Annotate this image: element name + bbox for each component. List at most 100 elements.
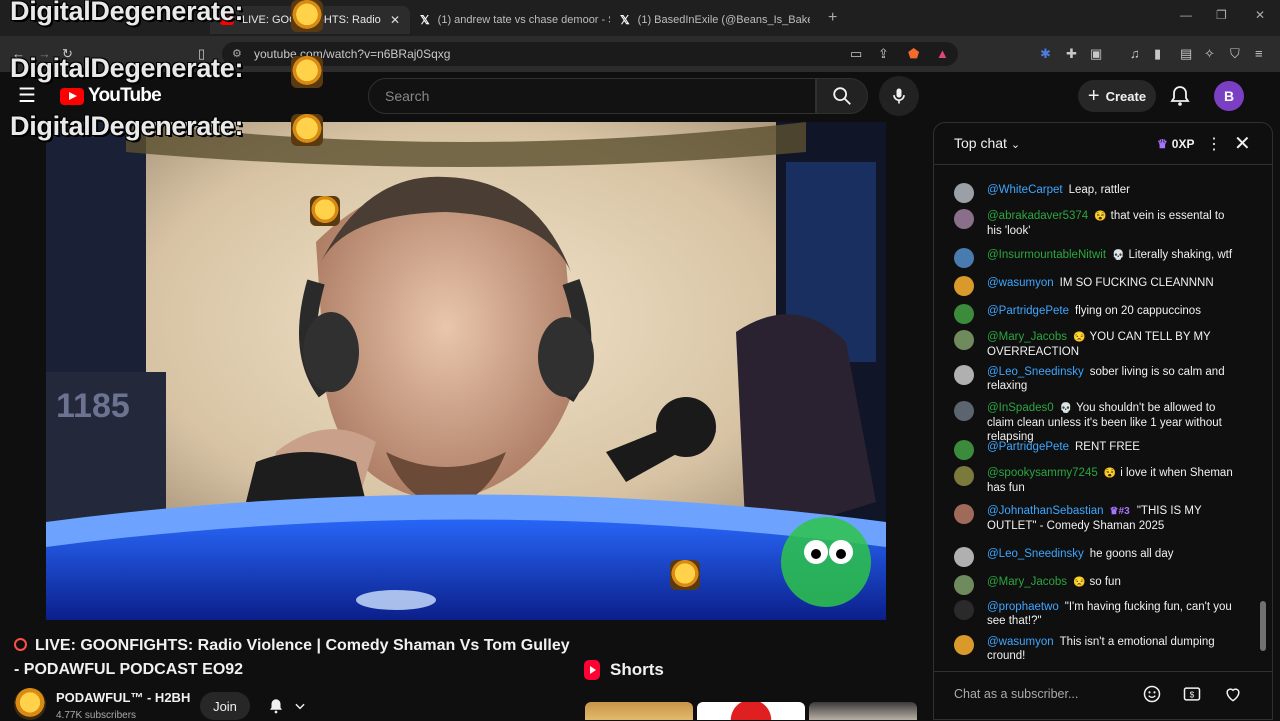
chat-author[interactable]: @InSpades0 (987, 402, 1054, 414)
chat-message: @Mary_Jacobs 😒 so fun (954, 575, 1234, 595)
youtube-play-icon (60, 87, 84, 105)
gold-face-emote-icon (291, 56, 323, 88)
chat-scrollbar-thumb[interactable] (1260, 601, 1266, 651)
chat-author[interactable]: @abrakadaver5374 (987, 210, 1088, 222)
youtube-logo[interactable]: YouTube (60, 85, 162, 107)
channel-name[interactable]: PODAWFUL™ - H2BH (56, 690, 190, 705)
browser-menu-icon[interactable]: ≡ (1255, 46, 1263, 61)
chat-author[interactable]: @InsurmountableNitwit (987, 249, 1106, 261)
chat-author[interactable]: @WhiteCarpet (987, 184, 1063, 196)
xp-badge[interactable]: ♛ 0XP (1151, 133, 1200, 155)
svg-text:$: $ (1190, 689, 1195, 699)
plus-icon: + (1087, 85, 1100, 107)
short-thumbnail[interactable] (809, 702, 917, 720)
chat-author[interactable]: @Mary_Jacobs (987, 331, 1067, 343)
tab-label: (1) andrew tate vs chase demoor - Se (437, 14, 610, 26)
search-button[interactable] (816, 78, 868, 114)
chevron-down-icon: ⌄ (1010, 139, 1021, 151)
chat-author[interactable]: @PartridgePete (987, 441, 1069, 453)
minimize-icon[interactable]: — (1180, 8, 1192, 22)
account-avatar[interactable]: B (1214, 81, 1244, 111)
chat-more-options-icon[interactable]: ⋮ (1206, 134, 1222, 154)
maximize-icon[interactable]: ❐ (1216, 8, 1227, 22)
heart-icon[interactable] (1223, 684, 1243, 704)
sidebar-icon[interactable]: ▮ (1154, 46, 1161, 62)
chat-author[interactable]: @Leo_Sneedinsky (987, 548, 1084, 560)
puzzle-icon[interactable]: ✚ (1066, 46, 1077, 62)
cast-icon[interactable]: ▭ (850, 46, 862, 62)
short-thumbnail[interactable] (585, 702, 693, 720)
channel-avatar[interactable] (14, 688, 46, 720)
join-button[interactable]: Join (200, 692, 250, 720)
x-icon: 𝕏 (420, 13, 430, 27)
chat-author[interactable]: @PartridgePete (987, 305, 1069, 317)
screenshot-icon[interactable]: ▣ (1090, 46, 1102, 62)
chat-message: @Leo_Sneedinsky he goons all day (954, 547, 1234, 567)
chat-author[interactable]: @wasumyon (987, 636, 1054, 648)
chat-text: RENT FREE (1075, 441, 1140, 453)
chat-avatar (954, 183, 974, 203)
video-frame: 1185 (46, 122, 886, 620)
subscription-notification-button[interactable] (262, 692, 312, 720)
skull-icon: 💀 (1059, 403, 1073, 414)
chat-avatar (954, 504, 974, 524)
chat-message: @wasumyon This isn't a emotional dumping … (954, 635, 1234, 663)
vpn-icon[interactable]: ⛉ (1230, 46, 1240, 62)
chat-avatar (954, 276, 974, 296)
chat-input[interactable]: Chat as a subscriber... (954, 687, 1078, 701)
chat-avatar (954, 304, 974, 324)
search-icon (833, 87, 851, 105)
microphone-icon (893, 88, 905, 104)
member-emoji-icon: 😒 (1073, 577, 1086, 588)
voice-search-button[interactable] (879, 76, 919, 116)
chat-author[interactable]: @spookysammy7245 (987, 467, 1098, 479)
chat-avatar (954, 330, 974, 350)
chat-text: Leap, rattler (1068, 184, 1130, 196)
wall-number-text: 1185 (56, 387, 130, 425)
chat-mode-label: Top chat (954, 135, 1007, 151)
chat-avatar (954, 600, 974, 620)
brave-rewards-icon[interactable]: ▲ (936, 46, 949, 61)
close-chat-icon[interactable]: ✕ (1234, 131, 1251, 156)
short-thumbnail[interactable] (697, 702, 805, 720)
gold-face-emote-icon (291, 0, 323, 32)
browser-tab-x-1[interactable]: 𝕏 (1) andrew tate vs chase demoor - Se (410, 6, 610, 34)
browser-tab-x-2[interactable]: 𝕏 (1) BasedInExile (@Beans_Is_Baked) / (610, 6, 810, 34)
chat-mode-dropdown[interactable]: Top chat ⌄ (954, 135, 1020, 151)
leo-ai-icon[interactable]: ✧ (1204, 46, 1215, 62)
emoji-icon[interactable] (1142, 684, 1162, 704)
close-tab-icon[interactable]: ✕ (390, 13, 400, 27)
live-indicator-icon (14, 638, 27, 651)
chat-author[interactable]: @prophaetwo (987, 601, 1059, 613)
skull-icon: 💀 (1112, 250, 1125, 261)
chat-author[interactable]: @JohnathanSebastian (987, 505, 1104, 517)
bell-icon (270, 699, 282, 714)
video-player[interactable]: 1185 (46, 122, 886, 620)
address-field[interactable]: ⚙ youtube.com/watch?v=n6BRaj0Sqxg (222, 42, 958, 66)
chat-author[interactable]: @Leo_Sneedinsky (987, 366, 1084, 378)
chat-author[interactable]: @wasumyon (987, 277, 1054, 289)
chat-message: @JohnathanSebastian ♛#3 "THIS IS MY OUTLE… (954, 504, 1234, 533)
new-tab-icon[interactable]: + (828, 9, 837, 27)
chat-input-row: Chat as a subscriber... $ (934, 671, 1272, 719)
member-emoji-icon: 😒 (1073, 332, 1086, 343)
chat-author[interactable]: @Mary_Jacobs (987, 576, 1067, 588)
chat-message: @InsurmountableNitwit 💀 Literally shaking,… (954, 248, 1234, 268)
extension-icon[interactable]: ✱ (1040, 46, 1051, 62)
window-close-icon[interactable]: ✕ (1255, 8, 1265, 22)
notifications-bell-icon[interactable] (1168, 84, 1192, 108)
wallet-icon[interactable]: ▤ (1180, 46, 1192, 62)
media-icon[interactable]: ♫ (1130, 46, 1140, 61)
super-chat-icon[interactable]: $ (1182, 684, 1202, 704)
chat-message: @abrakadaver5374 😵 that vein is essental t… (954, 209, 1234, 238)
gold-face-emote-icon (291, 114, 323, 146)
xp-value: 0XP (1171, 137, 1195, 151)
overlay-username: DigitalDegenerate: (10, 111, 244, 141)
brave-shield-icon[interactable]: ⬟ (908, 46, 919, 62)
chat-text: flying on 20 cappuccinos (1075, 305, 1201, 317)
hamburger-menu-icon[interactable]: ☰ (18, 86, 42, 106)
search-input[interactable]: Search (368, 78, 816, 114)
share-icon[interactable]: ⇪ (878, 46, 889, 62)
create-button[interactable]: + Create (1078, 80, 1156, 112)
live-chat-panel: Top chat ⌄ ♛ 0XP ⋮ ✕ @WhiteCarpet Leap, ra… (933, 122, 1273, 720)
